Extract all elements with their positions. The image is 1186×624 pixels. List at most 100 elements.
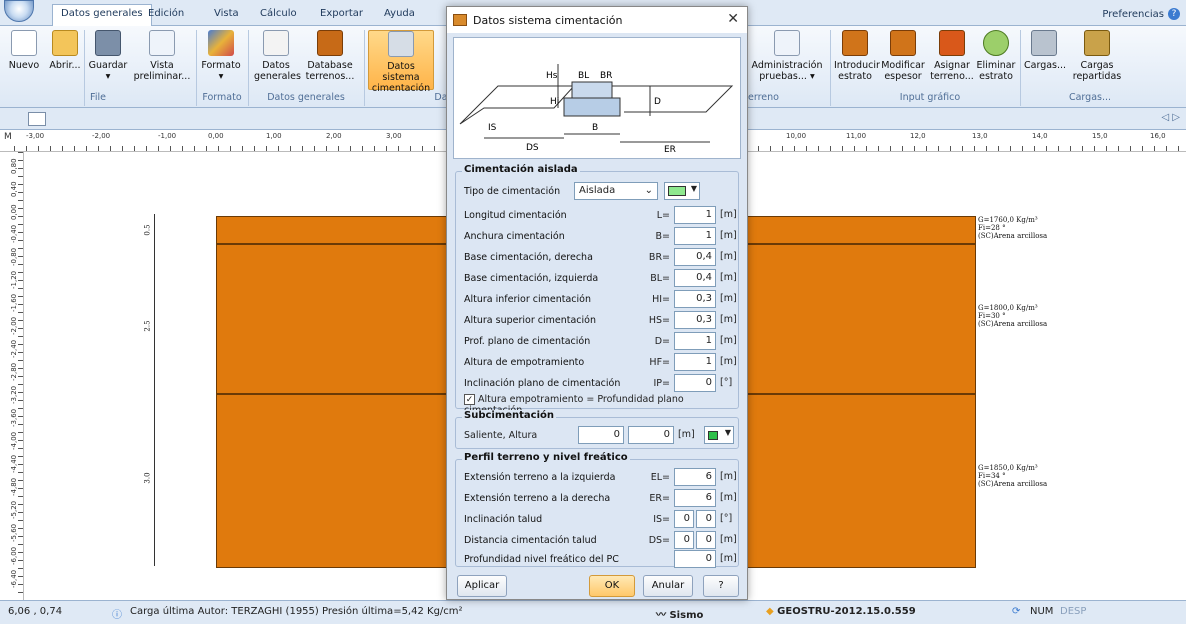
param-label: Altura inferior cimentación [464, 294, 591, 305]
open-button[interactable]: Abrir... [46, 30, 84, 90]
ruler-v-label: 0,80 [10, 158, 18, 174]
soil-database-button[interactable]: Database terrenos... [302, 30, 358, 90]
water-table-input[interactable]: 0 [674, 550, 716, 568]
ruler-corner: M [4, 132, 12, 142]
print-preview-button[interactable]: Vista preliminar... [132, 30, 192, 90]
sismo-indicator[interactable]: 〰 Sismo [656, 606, 703, 621]
distance-input-1[interactable]: 0 [674, 531, 694, 549]
param-symbol: DS= [648, 535, 670, 546]
unit-label: [m] [678, 429, 695, 440]
param-symbol: HS= [648, 315, 670, 326]
new-button[interactable]: Nuevo [6, 30, 42, 90]
version-indicator: ◆ GEOSTRU-2012.15.0.559 [766, 606, 916, 617]
help-button[interactable]: ? [703, 575, 739, 597]
cancel-button[interactable]: Anular [643, 575, 693, 597]
color-picker[interactable]: ▼ [664, 182, 700, 200]
open-label: Abrir... [49, 60, 81, 71]
tab-edicion[interactable]: Edición [140, 5, 192, 26]
modify-thickness-button[interactable]: Modificar espesor [880, 30, 926, 90]
scroll-arrows-icon[interactable]: ◁ ▷ [1161, 112, 1180, 123]
slope-input-1[interactable]: 0 [674, 510, 694, 528]
diagram-label: BL [578, 71, 589, 81]
delete-layer-icon [983, 30, 1009, 56]
dialog-title-bar[interactable]: Datos sistema cimentación ✕ [447, 7, 747, 33]
loads-button[interactable]: Cargas... [1024, 30, 1066, 90]
assign-soil-button[interactable]: Asignar terreno... [930, 30, 974, 90]
param-row: Altura superior cimentación HS= 0,3 [m] [464, 311, 737, 331]
foundation-type-select[interactable]: Aislada ⌄ [574, 182, 658, 200]
ruler-h-label: 16,0 [1150, 132, 1166, 140]
foundation-diagram: Hs Hi BL BR D IS DS B ER [453, 37, 741, 159]
ruler-h-label: 1,00 [266, 132, 282, 140]
right-extension-input[interactable]: 6 [674, 489, 716, 507]
group-terreno: erreno [748, 92, 779, 103]
foundation-system-button[interactable]: Datos sistema cimentación [368, 30, 434, 94]
length-input[interactable]: 1 [674, 206, 716, 224]
tab-exportar[interactable]: Exportar [312, 5, 371, 26]
param-symbol: D= [654, 336, 670, 347]
param-unit: [m] [720, 209, 737, 220]
slope-distance-row: Distancia cimentación talud DS= 0 0 [m] [464, 531, 737, 551]
view-toggle-icon[interactable] [28, 112, 46, 126]
ruler-h-label: 0,00 [208, 132, 224, 140]
upper-height-input[interactable]: 0,3 [674, 311, 716, 329]
application-menu-button[interactable] [4, 0, 34, 22]
param-row: Altura inferior cimentación HI= 0,3 [m] [464, 290, 737, 310]
param-row: Prof. plano de cimentación D= 1 [m] [464, 332, 737, 352]
distance-input-2[interactable]: 0 [696, 531, 716, 549]
tab-calculo[interactable]: Cálculo [252, 5, 305, 26]
info-icon: ⓘ [112, 610, 122, 621]
overhang-input[interactable]: 0 [578, 426, 624, 444]
close-button[interactable]: ✕ [727, 11, 739, 27]
ruler-v-label: 0,40 [10, 181, 18, 197]
diagram-label: Hi [550, 97, 559, 107]
tests-admin-button[interactable]: Administración pruebas... ▾ [748, 30, 826, 90]
foundation-type-label: Tipo de cimentación [464, 186, 561, 197]
width-input[interactable]: 1 [674, 227, 716, 245]
delete-layer-button[interactable]: Eliminar estrato [976, 30, 1016, 90]
base-right-input[interactable]: 0,4 [674, 248, 716, 266]
param-row: Base cimentación, izquierda BL= 0,4 [m] [464, 269, 737, 289]
base-left-input[interactable]: 0,4 [674, 269, 716, 287]
ok-button[interactable]: OK [589, 575, 635, 597]
ruler-v-label: 0,00 [10, 204, 18, 220]
left-extension-input[interactable]: 6 [674, 468, 716, 486]
depth-input[interactable]: 1 [674, 332, 716, 350]
tab-datos-generales[interactable]: Datos generales [52, 4, 152, 27]
version-label: GEOSTRU-2012.15.0.559 [777, 606, 916, 617]
ruler-h-label: -2,00 [92, 132, 111, 140]
ruler-v-label: -2,00 [10, 316, 18, 335]
preferences-link[interactable]: Preferencias [1102, 9, 1164, 20]
subfoundation-color-picker[interactable]: ▼ [704, 426, 734, 444]
distributed-loads-button[interactable]: Cargas repartidas [1072, 30, 1122, 90]
height-input[interactable]: 0 [628, 426, 674, 444]
lower-height-input[interactable]: 0,3 [674, 290, 716, 308]
param-symbol: EL= [650, 472, 670, 483]
group-general-data: Datos generales [267, 92, 345, 103]
param-symbol: ER= [649, 493, 670, 504]
ruler-v-label: -3,60 [10, 408, 18, 427]
save-button[interactable]: Guardar ▾ [88, 30, 128, 90]
desp-indicator: DESP [1060, 606, 1087, 617]
tab-vista[interactable]: Vista [206, 5, 247, 26]
insert-layer-label: Introducir estrato [834, 60, 880, 82]
isolated-foundation-section: Cimentación aislada Tipo de cimentación … [455, 164, 739, 416]
foundation-schematic: Hs Hi BL BR D IS DS B ER [459, 64, 734, 155]
apply-button[interactable]: Aplicar [457, 575, 507, 597]
checkbox[interactable]: ✓ [464, 394, 475, 405]
format-button[interactable]: Formato ▾ [200, 30, 242, 90]
tab-ayuda[interactable]: Ayuda [376, 5, 423, 26]
data-sheet-icon [263, 30, 289, 56]
dropdown-arrow-icon: ▼ [724, 428, 731, 437]
embedment-input[interactable]: 1 [674, 353, 716, 371]
help-icon[interactable]: ? [1168, 8, 1180, 20]
ruler-v-label: -2,80 [10, 362, 18, 381]
inclination-input[interactable]: 0 [674, 374, 716, 392]
load-icon [1031, 30, 1057, 56]
slope-input-2[interactable]: 0 [696, 510, 716, 528]
insert-layer-button[interactable]: Introducir estrato [834, 30, 880, 90]
section-title: Cimentación aislada [462, 164, 580, 175]
general-data-button[interactable]: Datos generales [254, 30, 301, 90]
status-message: Carga última Autor: TERZAGHI (1955) Pres… [130, 606, 463, 617]
ruler-h-label: 13,0 [972, 132, 988, 140]
